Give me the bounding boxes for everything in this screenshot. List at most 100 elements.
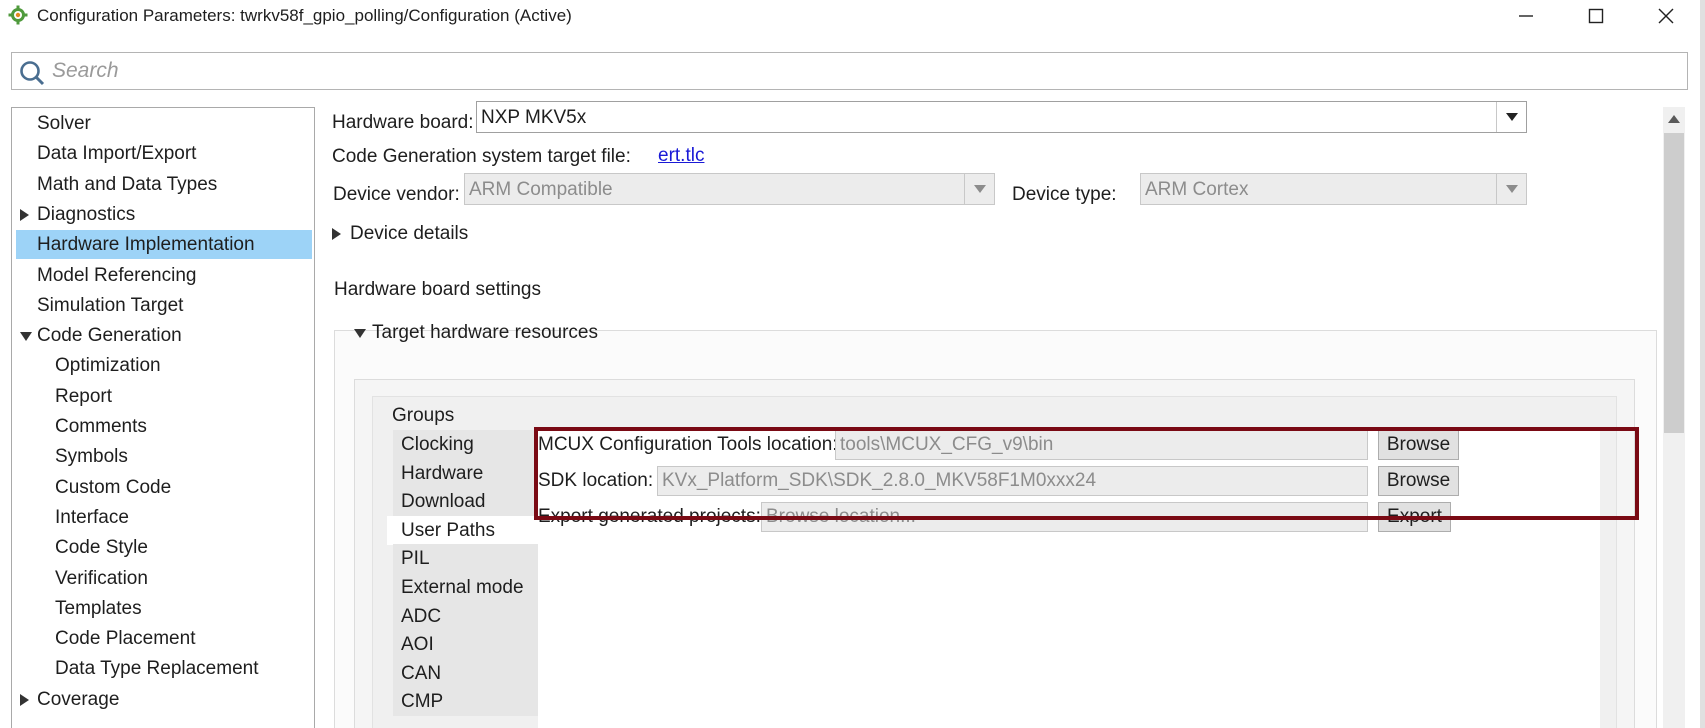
hardware-board-value: NXP MKV5x [481,107,587,128]
export-location-input[interactable]: Browse location... [761,502,1368,532]
hardware-implementation-panel: Hardware board: NXP MKV5x Code Generatio… [318,101,1657,728]
tree-item-label: Code Generation [37,325,182,347]
collapse-arrow-icon [354,329,366,338]
chevron-down-icon [1505,185,1518,193]
tree-item[interactable]: Verification [16,564,312,593]
target-resources-label: Target hardware resources [372,322,598,343]
expand-arrow-icon [332,228,341,240]
tree-item-label: Hardware Implementation [37,234,255,256]
device-type-dropdown[interactable]: ARM Cortex [1140,173,1527,205]
device-type-label: Device type: [1012,184,1117,205]
device-type-value: ARM Cortex [1145,179,1249,200]
close-button[interactable] [1636,0,1696,32]
expand-arrow-icon[interactable] [20,693,29,706]
group-item[interactable]: ADC [393,601,538,631]
export-button[interactable]: Export [1378,502,1451,532]
tree-item-label: Diagnostics [37,203,136,225]
tree-item-label: Solver [37,113,91,134]
tree-item[interactable]: Comments [16,412,312,441]
tree-item-label: Comments [55,416,147,437]
tree-item-label: Report [55,385,113,407]
tree-item[interactable]: Data Type Replacement [16,654,312,683]
tree-item[interactable]: Interface [16,503,312,532]
device-details-toggle[interactable]: Device details [332,221,492,247]
mcux-location-label: MCUX Configuration Tools location: [538,434,838,455]
tree-item-label: Verification [55,567,148,589]
group-item[interactable]: External mode [393,573,538,602]
category-tree: Solver Data Import/Export Math and Data Ty… [11,107,315,728]
tree-item[interactable]: Solver [16,109,312,138]
tree-item-label: Model Referencing [37,264,197,286]
tree-item-label: Data Type Replacement [55,658,259,680]
tree-item[interactable]: Code Generation [16,321,312,350]
close-icon [1658,8,1674,24]
window-title: Configuration Parameters: twrkv58f_gpio_… [37,6,572,25]
group-item[interactable]: CAN [393,658,538,688]
hardware-board-dropdown[interactable]: NXP MKV5x [476,101,1527,133]
search-input[interactable] [52,57,1672,85]
tree-item[interactable]: Report [16,382,312,411]
chevron-down-icon [1505,113,1518,121]
tree-item-label: Code Style [55,537,148,559]
tree-item-label: Templates [55,597,142,619]
group-item[interactable]: Download [393,487,538,517]
scrollbar-thumb[interactable] [1664,133,1684,433]
group-item[interactable]: AOI [393,630,538,660]
minimize-button[interactable] [1496,0,1556,32]
groups-list: Clocking Hardware Download User Paths PIL Ext… [387,430,538,728]
tree-item[interactable]: Hardware Implementation [16,230,312,260]
tree-item[interactable]: Model Referencing [16,261,312,290]
tree-item[interactable]: Templates [16,594,312,623]
hardware-board-label: Hardware board: [332,112,474,133]
chevron-down-icon [973,185,986,193]
chevron-up-icon [1668,115,1680,123]
tree-item[interactable]: Diagnostics [16,200,312,229]
tree-item[interactable]: Coverage [16,685,312,714]
tree-item-label: Math and Data Types [37,173,218,195]
title-bar: Configuration Parameters: twrkv58f_gpio_… [0,0,1705,32]
tree-item[interactable]: Custom Code [16,473,312,502]
device-details-label: Device details [350,223,469,244]
device-vendor-value: ARM Compatible [469,179,613,200]
groups-label: Groups [392,405,455,426]
tree-item-label: Interface [55,506,129,528]
device-vendor-label: Device vendor: [333,184,460,205]
hardware-board-dropdown-button[interactable] [1496,102,1526,132]
expand-arrow-icon[interactable] [20,208,29,221]
mcux-location-input[interactable]: tools\MCUX_CFG_v9\bin [835,430,1368,460]
collapse-arrow-icon[interactable] [20,332,32,342]
device-vendor-dropdown-button[interactable] [964,174,994,204]
tree-item-label: Coverage [37,688,120,710]
tree-item[interactable]: Optimization [16,351,312,380]
target-resources-toggle[interactable]: Target hardware resources [354,320,634,346]
export-projects-label: Export generated projects: [538,506,761,527]
tree-item-label: Simulation Target [37,294,184,316]
target-file-link[interactable]: ert.tlc [658,144,704,168]
tree-item[interactable]: Code Style [16,533,312,562]
board-settings-heading: Hardware board settings [334,279,541,300]
group-item[interactable]: CMP [393,687,538,717]
maximize-icon [1588,8,1604,24]
device-vendor-dropdown[interactable]: ARM Compatible [464,173,995,205]
group-item[interactable]: Clocking [393,430,538,459]
search-icon [20,61,45,86]
device-type-dropdown-button[interactable] [1496,174,1526,204]
mcux-browse-button[interactable]: Browse [1378,430,1459,460]
tree-item[interactable]: Symbols [16,442,312,471]
tree-item[interactable]: Simulation Target [16,291,312,320]
sdk-browse-button[interactable]: Browse [1378,466,1459,496]
scroll-up-button[interactable] [1663,107,1685,131]
tree-item[interactable]: Code Placement [16,624,312,653]
maximize-button[interactable] [1566,0,1626,32]
group-item[interactable]: Hardware [393,458,538,488]
search-box[interactable] [11,52,1688,90]
group-item[interactable]: PIL [393,544,538,574]
tree-item[interactable]: Math and Data Types [16,170,312,199]
minimize-icon [1519,15,1533,17]
tree-item[interactable]: Data Import/Export [16,139,312,168]
group-item[interactable]: User Paths [387,515,538,545]
sdk-location-input[interactable]: KVx_Platform_SDK\SDK_2.8.0_MKV58F1M0xxx2… [657,466,1368,496]
target-file-label: Code Generation system target file: [332,146,631,167]
tree-item-label: Code Placement [55,628,196,650]
vertical-scrollbar[interactable] [1663,107,1685,728]
